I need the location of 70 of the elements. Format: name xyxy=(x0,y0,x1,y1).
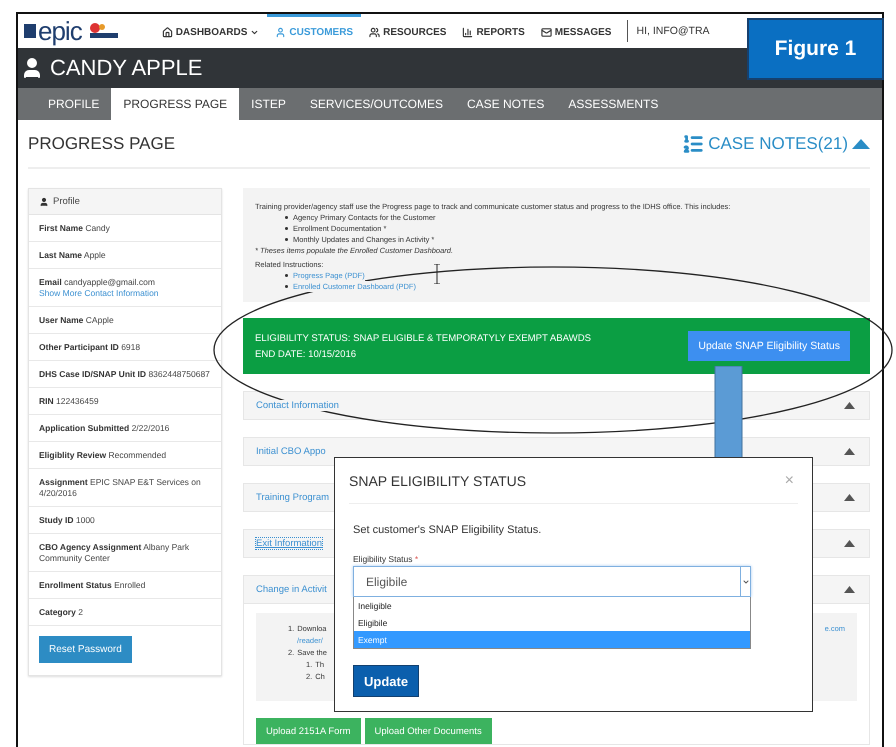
profile-field: Category 2 xyxy=(39,607,211,618)
update-button[interactable]: Update xyxy=(353,665,420,697)
bullet-icon xyxy=(285,285,288,288)
field-label: Eligibility Status * xyxy=(353,554,418,564)
case-notes-link[interactable]: CASE NOTES(21) xyxy=(682,132,870,154)
caret-icon[interactable] xyxy=(844,586,855,593)
tab[interactable]: PROFILE xyxy=(36,88,112,120)
customer-name: CANDY APPLE xyxy=(50,55,202,81)
user-icon xyxy=(275,27,286,38)
update-status-button[interactable]: Update SNAP Eligibility Status xyxy=(688,331,850,361)
caret-icon[interactable] xyxy=(844,402,855,409)
tab[interactable]: CASE NOTES xyxy=(455,88,556,120)
reset-password-button[interactable]: Reset Password xyxy=(39,636,132,663)
caret-icon xyxy=(742,578,750,586)
close-button[interactable]: × xyxy=(784,472,794,490)
profile-field: Other Participant ID 6918 xyxy=(39,342,211,353)
caret-icon[interactable] xyxy=(844,494,855,501)
upload-button[interactable]: Upload 2151A Form xyxy=(256,718,360,744)
mail-icon xyxy=(540,27,552,38)
end-date-text: END DATE: 10/15/2016 xyxy=(255,348,358,360)
nav-link[interactable]: REPORTS xyxy=(454,14,533,48)
logo-mark-icon xyxy=(24,22,38,40)
section-link[interactable]: Training Program xyxy=(256,492,330,503)
profile-field: First Name Candy xyxy=(39,223,211,234)
tab[interactable]: ISTEP xyxy=(239,88,298,120)
profile-field: DHS Case ID/SNAP Unit ID 8362448750687 xyxy=(39,369,211,380)
profile-field: CBO Agency Assignment Albany Park Community Center xyxy=(39,542,211,564)
bullet-icon xyxy=(285,238,288,241)
caret-icon[interactable] xyxy=(844,448,855,455)
panel-title: Profile xyxy=(53,196,80,207)
tab[interactable]: ASSESSMENTS xyxy=(556,88,670,120)
section-link[interactable]: Contact Information xyxy=(256,400,339,411)
text-cursor-icon xyxy=(434,264,440,284)
modal-title: SNAP ELIGIBILITY STATUS xyxy=(349,472,526,488)
profile-field: User Name CApple xyxy=(39,315,211,326)
modal-message: Set customer's SNAP Eligibility Status. xyxy=(353,524,542,536)
status-text: ELIGIBILITY STATUS: SNAP ELIGIBLE & TEMPORATYLY EXEMPT ABAWDS xyxy=(255,332,592,344)
bullet-icon xyxy=(285,227,288,230)
figure-label: Figure 1 xyxy=(747,18,884,80)
greeting-text: HI, INFO@TRA xyxy=(636,25,710,37)
nav-link[interactable]: MESSAGES xyxy=(532,14,620,48)
profile-field: Email candyapple@gmail.com xyxy=(39,277,211,288)
dropdown-option[interactable]: Exempt xyxy=(354,631,750,648)
tab[interactable]: SERVICES/OUTCOMES xyxy=(298,88,455,120)
tab[interactable]: PROGRESS PAGE xyxy=(111,88,240,120)
profile-field: Application Submitted 2/22/2016 xyxy=(39,423,211,434)
profile-field: Eligiblity Review Recommended xyxy=(39,450,211,461)
profile-field: Assignment EPIC SNAP E&T Services on 4/20/2016 xyxy=(39,477,211,499)
user-icon xyxy=(39,196,49,206)
bar-chart-icon xyxy=(462,27,474,38)
home-icon xyxy=(162,27,173,38)
section-link[interactable]: Initial CBO Appo xyxy=(256,446,326,457)
bullet-icon xyxy=(285,216,288,219)
profile-field: Enrollment Status Enrolled xyxy=(39,580,211,591)
contact-info-link[interactable]: Show More Contact Information xyxy=(39,288,211,299)
nav-link[interactable]: DASHBOARDS xyxy=(154,14,268,48)
bullet-icon xyxy=(285,274,288,277)
list-icon xyxy=(682,132,704,154)
profile-field: Study ID 1000 xyxy=(39,515,211,526)
profile-field: Last Name Apple xyxy=(39,250,211,261)
logo: epic xyxy=(38,18,82,44)
section-link[interactable]: Exit Information xyxy=(256,538,322,549)
profile-field: RIN 122436459 xyxy=(39,396,211,407)
status-select[interactable]: Eligibile xyxy=(353,566,751,597)
upload-button[interactable]: Upload Other Documents xyxy=(364,718,492,744)
caret-icon[interactable] xyxy=(844,540,855,547)
nav-link[interactable]: RESOURCES xyxy=(361,14,454,48)
users-icon xyxy=(369,27,380,38)
section-link[interactable]: Change in Activit xyxy=(256,584,327,595)
page-title: PROGRESS PAGE xyxy=(28,134,176,154)
